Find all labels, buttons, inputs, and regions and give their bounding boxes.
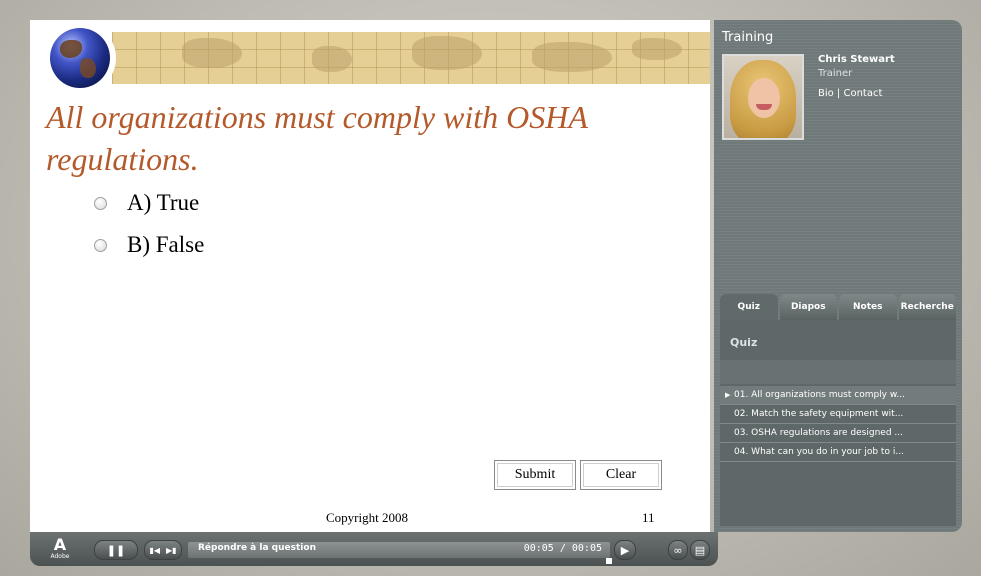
progress-track[interactable]: Répondre à la question 00:05 / 00:05 <box>188 542 610 558</box>
tab-quiz[interactable]: Quiz <box>720 294 778 320</box>
slide-navigation: ▮◀ ▶▮ <box>144 540 182 560</box>
list-item[interactable]: 02. Match the safety equipment wit... <box>720 405 956 424</box>
list-item-label: 01. All organizations must comply w... <box>734 390 905 400</box>
scrubber-handle[interactable] <box>606 558 612 564</box>
captions-icon: ▤ <box>694 543 706 557</box>
list-item-label: 03. OSHA regulations are designed ... <box>734 428 903 438</box>
paperclip-icon: ∞ <box>673 543 683 557</box>
trainer-photo <box>722 54 804 140</box>
quiz-panel: Quiz ▶ 01. All organizations must comply… <box>720 320 956 526</box>
list-item[interactable]: ▶ 01. All organizations must comply w... <box>720 386 956 405</box>
speaker-icon: ▶ <box>620 543 630 557</box>
tab-notes[interactable]: Notes <box>839 294 897 320</box>
adobe-logo-word: Adobe <box>50 553 70 560</box>
globe-land <box>60 40 82 58</box>
photo-face <box>748 78 780 118</box>
trainer-role: Trainer <box>818 68 853 79</box>
map-continent <box>182 38 242 68</box>
option-b-label: B) False <box>127 232 205 257</box>
option-a-label: A) True <box>127 190 200 215</box>
quiz-panel-title: Quiz <box>730 336 758 349</box>
radio-button-b[interactable] <box>94 238 107 252</box>
list-item[interactable]: 03. OSHA regulations are designed ... <box>720 424 956 443</box>
slide-area: All organizations must comply with OSHA … <box>30 20 710 532</box>
map-continent <box>412 36 482 70</box>
captions-button[interactable]: ▤ <box>690 540 710 560</box>
question-text: All organizations must comply with OSHA … <box>46 99 588 177</box>
world-map-banner <box>112 32 710 84</box>
map-continent <box>632 38 682 60</box>
panel-subheader <box>720 360 956 384</box>
playbar: A Adobe ❚❚ ▮◀ ▶▮ Répondre à la question … <box>30 532 718 566</box>
pause-button[interactable]: ❚❚ <box>94 540 138 560</box>
time-display: 00:05 / 00:05 <box>523 543 602 554</box>
question-list: ▶ 01. All organizations must comply w...… <box>720 386 956 462</box>
list-item-label: 02. Match the safety equipment wit... <box>734 409 904 419</box>
pause-icon: ❚❚ <box>106 543 126 557</box>
adobe-logo-mark: A <box>53 535 67 554</box>
trainer-links[interactable]: Bio | Contact <box>818 88 882 99</box>
tab-recherche[interactable]: Recherche <box>898 294 956 320</box>
volume-button[interactable]: ▶ <box>614 540 636 560</box>
copyright-text: Copyright 2008 <box>326 510 408 525</box>
list-item[interactable]: 04. What can you do in your job to i... <box>720 443 956 462</box>
option-a[interactable]: A) True <box>94 190 199 216</box>
trainer-name: Chris Stewart <box>818 54 895 65</box>
map-continent <box>532 42 612 72</box>
map-continent <box>312 46 352 72</box>
radio-button-a[interactable] <box>94 196 107 210</box>
globe-land <box>80 58 96 78</box>
play-arrow-icon: ▶ <box>725 391 731 399</box>
tab-diapos[interactable]: Diapos <box>779 294 837 320</box>
presentation-player: All organizations must comply with OSHA … <box>0 0 981 576</box>
submit-button[interactable]: Submit <box>494 460 576 490</box>
adobe-logo-icon: A Adobe <box>50 537 70 561</box>
skip-forward-icon[interactable]: ▶▮ <box>166 546 177 555</box>
side-panel: Training Chris Stewart Trainer Bio | Con… <box>714 20 962 532</box>
attachment-button[interactable]: ∞ <box>668 540 688 560</box>
panel-heading: Training <box>722 30 774 45</box>
option-b[interactable]: B) False <box>94 232 204 258</box>
slide-number: 11 <box>642 510 655 525</box>
side-tabs: Quiz Diapos Notes Recherche <box>720 294 956 320</box>
clear-button[interactable]: Clear <box>580 460 662 490</box>
skip-back-icon[interactable]: ▮◀ <box>149 546 160 555</box>
track-label: Répondre à la question <box>198 543 316 553</box>
globe-logo <box>50 28 110 88</box>
list-item-label: 04. What can you do in your job to i... <box>734 447 904 457</box>
